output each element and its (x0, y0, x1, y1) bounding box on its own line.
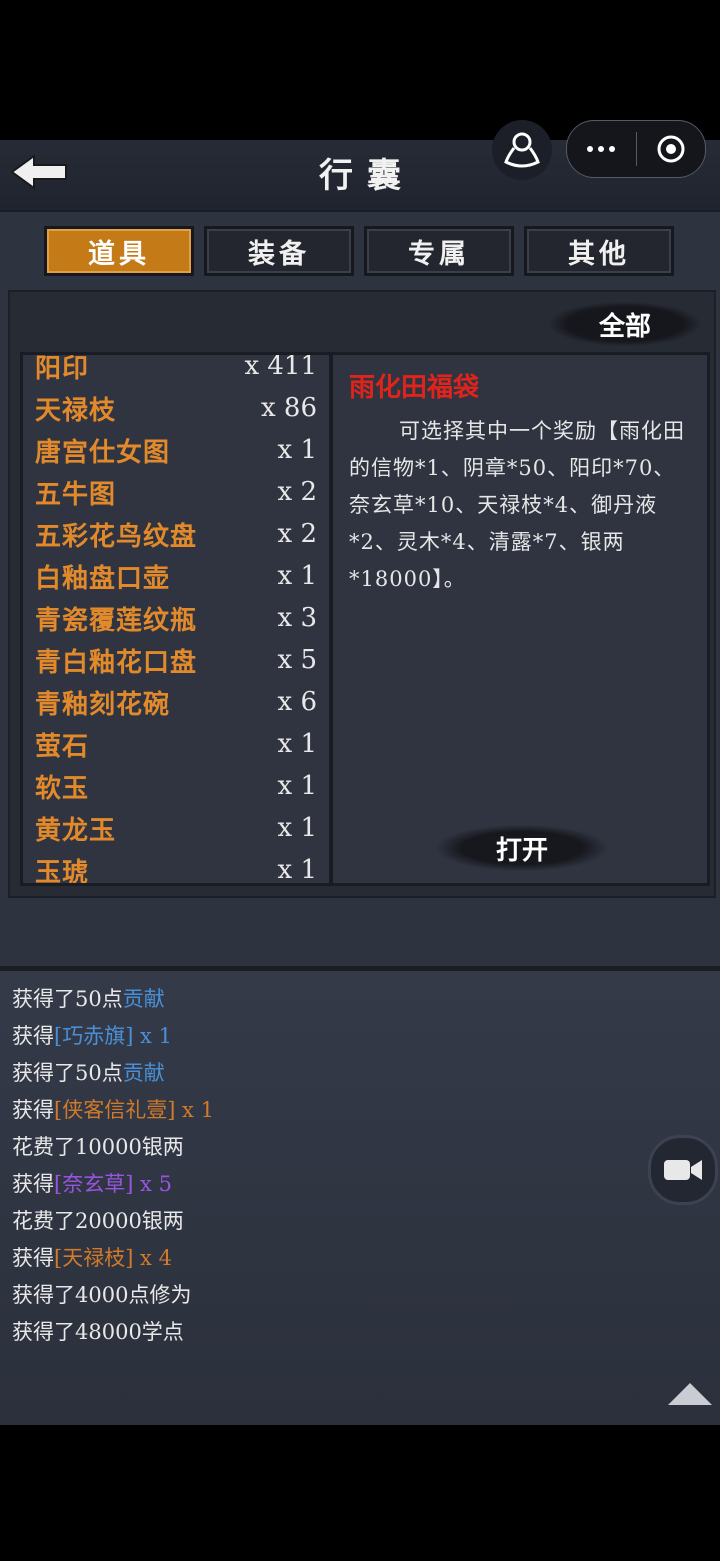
message-log: 获得了50点贡献 获得[巧赤旗] x 1 获得了50点贡献 获得[侠客信礼壹] … (0, 966, 720, 1425)
tab-exclusive[interactable]: 专属 (364, 226, 514, 276)
item-name: 玉琥 (35, 857, 90, 886)
item-name: 萤石 (35, 731, 90, 762)
item-quantity: x 1 (277, 813, 317, 843)
list-item[interactable]: 黄龙玉 x 1 (23, 807, 329, 849)
header-bar: 行囊 (0, 120, 720, 212)
list-item[interactable]: 软玉 x 1 (23, 765, 329, 807)
item-quantity: x 2 (277, 477, 317, 507)
item-name: 天禄枝 (35, 395, 117, 426)
list-item[interactable]: 萤石 x 1 (23, 723, 329, 765)
detail-title: 雨化田福袋 (349, 373, 480, 403)
log-line: 获得了50点贡献 (12, 1061, 165, 1085)
log-line: 获得[奈玄草] x 5 (12, 1172, 172, 1196)
item-name: 阳印 (35, 353, 90, 384)
triangle-up-icon[interactable] (668, 1383, 712, 1405)
item-name: 五牛图 (35, 479, 117, 510)
item-quantity: x 3 (277, 603, 317, 633)
list-item[interactable]: 白釉盘口壶 x 1 (23, 555, 329, 597)
list-item[interactable]: 青釉刻花碗 x 6 (23, 681, 329, 723)
log-line: 获得了4000点修为 (12, 1283, 192, 1307)
log-line: 获得了48000学点 (12, 1320, 184, 1344)
filter-all-button[interactable]: 全部 (550, 302, 700, 346)
item-name: 青釉刻花碗 (35, 689, 171, 720)
item-quantity: x 6 (277, 687, 317, 717)
item-quantity: x 5 (277, 645, 317, 675)
item-name: 青白釉花口盘 (35, 647, 198, 678)
log-line: 花费了10000银两 (12, 1135, 184, 1159)
miniprogram-capsule (566, 120, 706, 178)
person-icon (504, 132, 540, 168)
list-item[interactable]: 玉琥 x 1 (23, 849, 329, 886)
list-item[interactable]: 唐宫仕女图 x 1 (23, 429, 329, 471)
list-item[interactable]: 青瓷覆莲纹瓶 x 3 (23, 597, 329, 639)
log-line: 花费了20000银两 (12, 1209, 184, 1233)
log-line: 获得[巧赤旗] x 1 (12, 1024, 172, 1048)
item-quantity: x 2 (277, 519, 317, 549)
item-quantity: x 1 (277, 771, 317, 801)
item-name: 五彩花鸟纹盘 (35, 521, 198, 552)
log-line: 获得[天禄枝] x 4 (12, 1246, 172, 1270)
list-item[interactable]: 五彩花鸟纹盘 x 2 (23, 513, 329, 555)
item-quantity: x 1 (277, 435, 317, 465)
camera-button[interactable] (648, 1135, 718, 1205)
log-line: 获得了50点贡献 (12, 987, 165, 1011)
item-name: 唐宫仕女图 (35, 437, 171, 468)
list-item[interactable]: 青白釉花口盘 x 5 (23, 639, 329, 681)
list-item[interactable]: 五牛图 x 2 (23, 471, 329, 513)
more-dots-icon (587, 146, 616, 152)
item-detail: 雨化田福袋 可选择其中一个奖励【雨化田的信物*1、阴章*50、阳印*70、奈玄草… (330, 352, 710, 886)
item-quantity: x 1 (277, 729, 317, 759)
log-line: 获得[侠客信礼壹] x 1 (12, 1098, 214, 1122)
more-button[interactable] (567, 121, 636, 177)
target-icon (657, 135, 685, 163)
detail-description: 可选择其中一个奖励【雨化田的信物*1、阴章*50、阳印*70、奈玄草*10、天禄… (349, 419, 685, 591)
item-list[interactable]: 阳印 x 411 天禄枝 x 86 唐宫仕女图 x 1 五牛图 x 2 五彩花鸟… (20, 352, 332, 886)
open-button[interactable]: 打开 (437, 825, 607, 871)
list-item[interactable]: 天禄枝 x 86 (23, 387, 329, 429)
item-name: 青瓷覆莲纹瓶 (35, 605, 198, 636)
close-button[interactable] (637, 121, 706, 177)
item-name: 软玉 (35, 773, 90, 804)
profile-button[interactable] (492, 120, 552, 180)
inventory-panel: 全部 阳印 x 411 天禄枝 x 86 唐宫仕女图 x 1 五牛图 x 2 五… (8, 290, 716, 898)
item-quantity: x 1 (277, 561, 317, 591)
tab-other[interactable]: 其他 (524, 226, 674, 276)
item-quantity: x 411 (244, 352, 317, 381)
item-quantity: x 1 (277, 855, 317, 885)
tab-equipment[interactable]: 装备 (204, 226, 354, 276)
camera-icon (664, 1160, 702, 1180)
list-item[interactable]: 阳印 x 411 (23, 352, 329, 387)
item-name: 白釉盘口壶 (35, 563, 171, 594)
category-tabs: 道具 装备 专属 其他 (44, 226, 674, 276)
tab-items[interactable]: 道具 (44, 226, 194, 276)
item-name: 黄龙玉 (35, 815, 117, 846)
inventory-screen: 行囊 道具 装备 专属 其他 全部 阳印 x 411 天禄枝 x 86 唐宫仕女… (0, 120, 720, 1425)
item-quantity: x 86 (260, 393, 317, 423)
